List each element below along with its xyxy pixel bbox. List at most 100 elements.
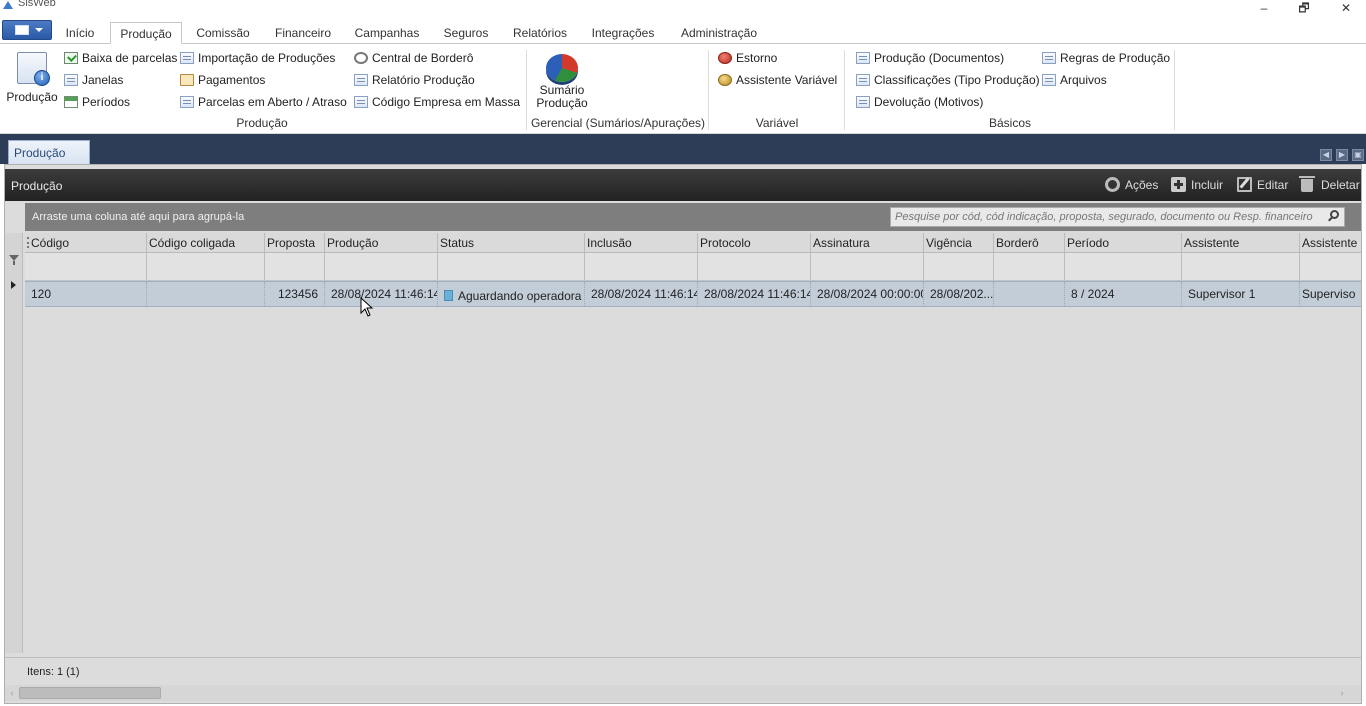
janelas-button[interactable]: Janelas <box>64 71 123 89</box>
baixa-parcelas-button[interactable]: Baixa de parcelas <box>64 49 177 67</box>
producao-big-button[interactable]: i Produção <box>5 50 59 106</box>
col-header-inclusao[interactable]: Inclusão <box>585 233 698 252</box>
arquivos-button[interactable]: Arquivos <box>1042 71 1107 89</box>
close-button[interactable]: ✕ <box>1326 0 1366 18</box>
scroll-left-icon[interactable]: ◀ <box>1320 149 1332 161</box>
cell-bordero[interactable] <box>994 282 1065 306</box>
cell-codigo-coligada[interactable] <box>147 282 265 306</box>
filter-cell-codigo[interactable] <box>25 253 147 280</box>
filter-cell-bordero[interactable] <box>994 253 1065 280</box>
scroll-left-arrow-icon[interactable]: ‹ <box>7 687 17 699</box>
ribbon-panel: i Produção Baixa de parcelas Janelas Per… <box>0 44 1366 134</box>
tab-integracoes[interactable]: Integrações <box>586 22 660 44</box>
filter-cell-periodo[interactable] <box>1065 253 1182 280</box>
tab-list-icon[interactable]: ▣ <box>1352 149 1364 161</box>
deletar-button[interactable]: Deletar <box>1299 176 1360 193</box>
cell-assistente[interactable]: Supervisor 1 <box>1182 282 1300 306</box>
filter-icon[interactable] <box>9 255 19 265</box>
plus-icon <box>1171 177 1186 192</box>
filter-cell-vigencia[interactable] <box>924 253 994 280</box>
acoes-label: Ações <box>1125 178 1159 192</box>
horizontal-scrollbar[interactable]: ‹ › <box>5 685 1361 701</box>
parcelas-aberto-label: Parcelas em Aberto / Atraso <box>198 95 347 109</box>
col-header-producao[interactable]: Produção <box>325 233 438 252</box>
cell-producao[interactable]: 28/08/2024 11:46:14 <box>325 282 438 306</box>
col-header-codigo-coligada[interactable]: Código coligada <box>147 233 265 252</box>
pagamentos-button[interactable]: Pagamentos <box>180 71 265 89</box>
incluir-button[interactable]: Incluir <box>1171 177 1223 193</box>
tab-seguros[interactable]: Seguros <box>438 22 494 44</box>
sumario-producao-button[interactable]: Sumário Produção <box>532 50 592 112</box>
tab-inicio[interactable]: Início <box>58 22 102 44</box>
minimize-button[interactable]: – <box>1244 0 1284 18</box>
items-count: Itens: 1 (1) <box>27 666 80 678</box>
producao-panel: Produção Ações Incluir Editar Deletar Ar… <box>4 164 1362 704</box>
cell-vigencia[interactable]: 28/08/202... <box>924 282 994 306</box>
producao-documentos-button[interactable]: Produção (Documentos) <box>856 49 1004 67</box>
filter-cell-inclusao[interactable] <box>585 253 698 280</box>
filter-cell-codigo-coligada[interactable] <box>147 253 265 280</box>
filter-cell-assistente[interactable] <box>1182 253 1300 280</box>
restore-button[interactable]: 🗗 <box>1284 0 1324 18</box>
scroll-right-icon[interactable]: ▶ <box>1336 149 1348 161</box>
col-header-vigencia[interactable]: Vigência <box>924 233 994 252</box>
assistente-variavel-button[interactable]: Assistente Variável <box>718 71 837 89</box>
gear-icon <box>354 52 368 64</box>
table-row[interactable]: 120 123456 28/08/2024 11:46:14 Aguardand… <box>25 281 1361 307</box>
search-icon[interactable] <box>1330 210 1339 219</box>
cell-status[interactable]: Aguardando operadora <box>438 282 585 306</box>
col-header-periodo[interactable]: Período <box>1065 233 1182 252</box>
central-bordero-button[interactable]: Central de Borderô <box>354 49 473 67</box>
cell-assinatura[interactable]: 28/08/2024 00:00:00 <box>811 282 924 306</box>
menu-icon <box>15 25 29 35</box>
app-menu-button[interactable] <box>2 20 52 40</box>
acoes-button[interactable]: Ações <box>1105 177 1158 193</box>
filter-cell-proposta[interactable] <box>265 253 325 280</box>
tab-relatorios[interactable]: Relatórios <box>508 22 572 44</box>
col-header-assistente-2[interactable]: Assistente <box>1300 233 1361 252</box>
cell-periodo[interactable]: 8 / 2024 <box>1065 282 1182 306</box>
document-icon <box>64 74 78 86</box>
tab-financeiro[interactable]: Financeiro <box>268 22 338 44</box>
search-input[interactable]: Pesquise por cód, cód indicação, propost… <box>890 207 1345 227</box>
col-header-proposta[interactable]: Proposta <box>265 233 325 252</box>
cell-codigo[interactable]: 120 <box>25 282 147 306</box>
col-header-assistente[interactable]: Assistente <box>1182 233 1300 252</box>
document-icon <box>354 96 368 108</box>
group-by-bar[interactable]: Arraste uma coluna até aqui para agrupá-… <box>25 203 1361 231</box>
col-header-bordero[interactable]: Borderô <box>994 233 1065 252</box>
doc-tab-producao[interactable]: Produção <box>8 140 90 164</box>
devolucao-motivos-button[interactable]: Devolução (Motivos) <box>856 93 983 111</box>
codigo-empresa-massa-button[interactable]: Código Empresa em Massa <box>354 93 520 111</box>
parcelas-aberto-button[interactable]: Parcelas em Aberto / Atraso <box>180 93 347 111</box>
filter-cell-protocolo[interactable] <box>698 253 811 280</box>
tab-producao[interactable]: Produção <box>110 22 182 44</box>
filter-cell-status[interactable] <box>438 253 585 280</box>
col-header-status[interactable]: Status <box>438 233 585 252</box>
filter-cell-assistente-2[interactable] <box>1300 253 1361 280</box>
estorno-button[interactable]: Estorno <box>718 49 777 67</box>
col-header-codigo[interactable]: Código <box>29 233 147 252</box>
cell-assistente-2[interactable]: Superviso <box>1300 282 1361 306</box>
scrollbar-thumb[interactable] <box>19 687 161 699</box>
cell-proposta[interactable]: 123456 <box>265 282 325 306</box>
cell-protocolo[interactable]: 28/08/2024 11:46:14 <box>698 282 811 306</box>
scroll-right-arrow-icon[interactable]: › <box>1337 687 1347 699</box>
col-header-protocolo[interactable]: Protocolo <box>698 233 811 252</box>
group-label-basicos: Básicos <box>988 116 1032 130</box>
document-icon <box>180 96 194 108</box>
tab-administracao[interactable]: Administração <box>674 22 764 44</box>
importacao-producoes-button[interactable]: Importação de Produções <box>180 49 335 67</box>
filter-cell-producao[interactable] <box>325 253 438 280</box>
estorno-label: Estorno <box>736 51 778 65</box>
regras-producao-button[interactable]: Regras de Produção <box>1042 49 1170 67</box>
filter-cell-assinatura[interactable] <box>811 253 924 280</box>
classificacoes-button[interactable]: Classificações (Tipo Produção) <box>856 71 1040 89</box>
tab-campanhas[interactable]: Campanhas <box>350 22 424 44</box>
editar-button[interactable]: Editar <box>1237 177 1288 193</box>
periodos-button[interactable]: Períodos <box>64 93 130 111</box>
cell-inclusao[interactable]: 28/08/2024 11:46:14 <box>585 282 698 306</box>
tab-comissao[interactable]: Comissão <box>190 22 256 44</box>
relatorio-producao-button[interactable]: Relatório Produção <box>354 71 475 89</box>
col-header-assinatura[interactable]: Assinatura <box>811 233 924 252</box>
